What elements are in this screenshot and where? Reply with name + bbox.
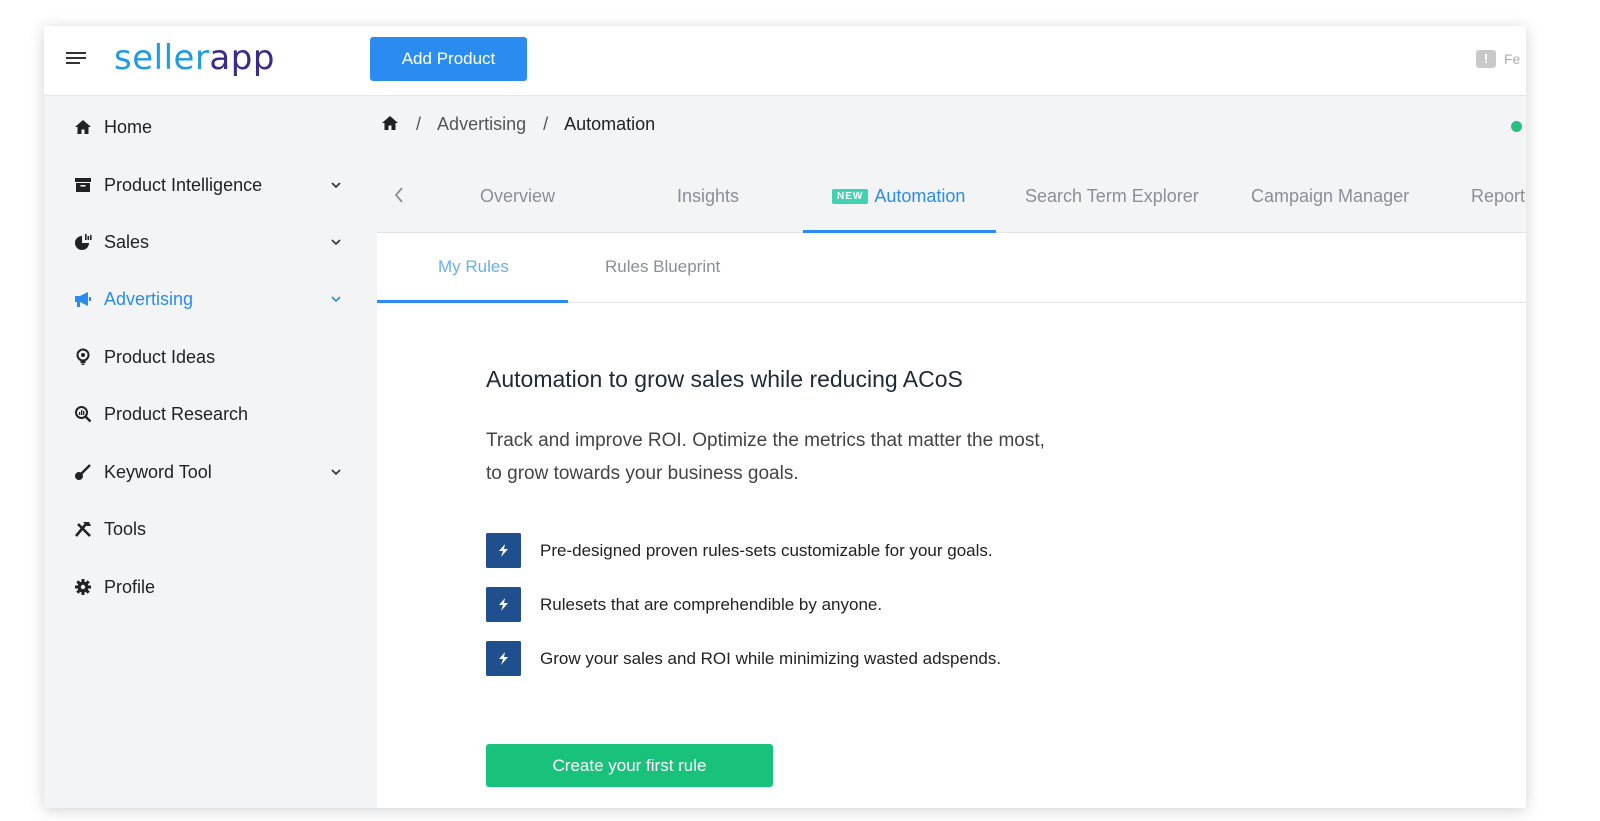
sidebar-item-product-intelligence[interactable]: Product Intelligence [44, 163, 377, 207]
sidebar-item-product-research[interactable]: Product Research [44, 392, 377, 436]
tab-report[interactable]: Report [1471, 186, 1525, 207]
chevron-down-icon [331, 239, 341, 246]
sidebar-item-label: Product Intelligence [104, 175, 263, 195]
megaphone-icon [75, 292, 91, 307]
active-subtab-indicator [377, 300, 568, 303]
sidebar-item-label: Product Ideas [104, 347, 216, 367]
breadcrumb-advertising[interactable]: Advertising [437, 114, 526, 134]
sidebar-item-label: Sales [104, 232, 150, 252]
bolt-icon [486, 641, 521, 676]
create-first-rule-button[interactable]: Create your first rule [486, 744, 773, 787]
key-icon [75, 464, 91, 480]
sidebar-item-label: Advertising [104, 289, 194, 309]
chevron-down-icon [331, 182, 341, 189]
lightbulb-icon [76, 348, 90, 365]
status-indicator [1511, 121, 1522, 132]
top-header: sellerapp Add Product ! Fe [44, 26, 1526, 96]
tab-overview[interactable]: Overview [480, 186, 555, 207]
sidebar-item-label: Profile [104, 577, 156, 597]
hamburger-menu-icon[interactable] [66, 52, 86, 68]
chevron-down-icon [331, 296, 341, 303]
sidebar-item-label: Keyword Tool [104, 462, 212, 482]
tab-automation[interactable]: NEW Automation [832, 186, 965, 207]
page-title: Automation to grow sales while reducing … [486, 366, 963, 392]
archive-icon [75, 178, 91, 192]
new-badge: NEW [832, 189, 869, 204]
tab-insights[interactable]: Insights [677, 186, 739, 207]
feature-item: Rulesets that are comprehendible by anyo… [486, 587, 1186, 623]
tools-icon [75, 522, 91, 537]
page-description: Track and improve ROI. Optimize the metr… [486, 430, 1045, 484]
sidebar-item-keyword-tool[interactable]: Keyword Tool [44, 450, 377, 494]
app-window: sellerapp Add Product ! Fe Home Product I… [44, 26, 1526, 808]
breadcrumb: / Advertising / Automation [381, 114, 655, 135]
search-chart-icon [75, 406, 92, 423]
gear-icon [75, 579, 91, 595]
bolt-icon [486, 533, 521, 568]
feature-text: Rulesets that are comprehendible by anyo… [540, 595, 883, 614]
feature-item: Pre-designed proven rules-sets customiza… [486, 533, 1186, 569]
sellerapp-logo[interactable]: sellerapp [114, 38, 275, 78]
subtab-rules-blueprint[interactable]: Rules Blueprint [605, 257, 720, 277]
add-product-button[interactable]: Add Product [370, 37, 527, 81]
sidebar-item-advertising[interactable]: Advertising [44, 277, 377, 321]
home-icon [75, 120, 91, 134]
sidebar: Home Product Intelligence Sales Advertis… [44, 96, 377, 808]
breadcrumb-separator: / [543, 114, 549, 134]
feedback-icon: ! [1476, 50, 1496, 69]
pie-chart-icon [75, 234, 92, 250]
feedback-button[interactable]: ! Fe [1476, 50, 1526, 70]
page-header: / Advertising / Automation Overview Insi… [377, 96, 1526, 233]
breadcrumb-home-icon[interactable] [381, 115, 399, 131]
subtab-my-rules[interactable]: My Rules [438, 257, 509, 277]
sidebar-item-home[interactable]: Home [44, 105, 377, 149]
tab-automation-label: Automation [874, 186, 966, 206]
sidebar-item-label: Product Research [104, 404, 249, 424]
chevron-left-icon[interactable] [393, 186, 405, 204]
tab-search-term-explorer[interactable]: Search Term Explorer [1025, 186, 1199, 207]
sidebar-item-profile[interactable]: Profile [44, 565, 377, 609]
breadcrumb-automation: Automation [564, 114, 656, 134]
feature-text: Grow your sales and ROI while minimizing… [540, 649, 1002, 668]
sidebar-item-tools[interactable]: Tools [44, 507, 377, 551]
tab-campaign-manager[interactable]: Campaign Manager [1251, 186, 1409, 207]
breadcrumb-separator: / [416, 114, 422, 134]
sidebar-item-product-ideas[interactable]: Product Ideas [44, 335, 377, 379]
sidebar-item-sales[interactable]: Sales [44, 220, 377, 264]
sidebar-item-label: Home [104, 117, 153, 137]
chevron-down-icon [331, 469, 341, 476]
bolt-icon [486, 587, 521, 622]
sidebar-item-label: Tools [104, 519, 147, 539]
subtab-bar: My Rules Rules Blueprint [377, 233, 1526, 303]
feature-item: Grow your sales and ROI while minimizing… [486, 641, 1186, 677]
feature-text: Pre-designed proven rules-sets customiza… [540, 541, 993, 560]
